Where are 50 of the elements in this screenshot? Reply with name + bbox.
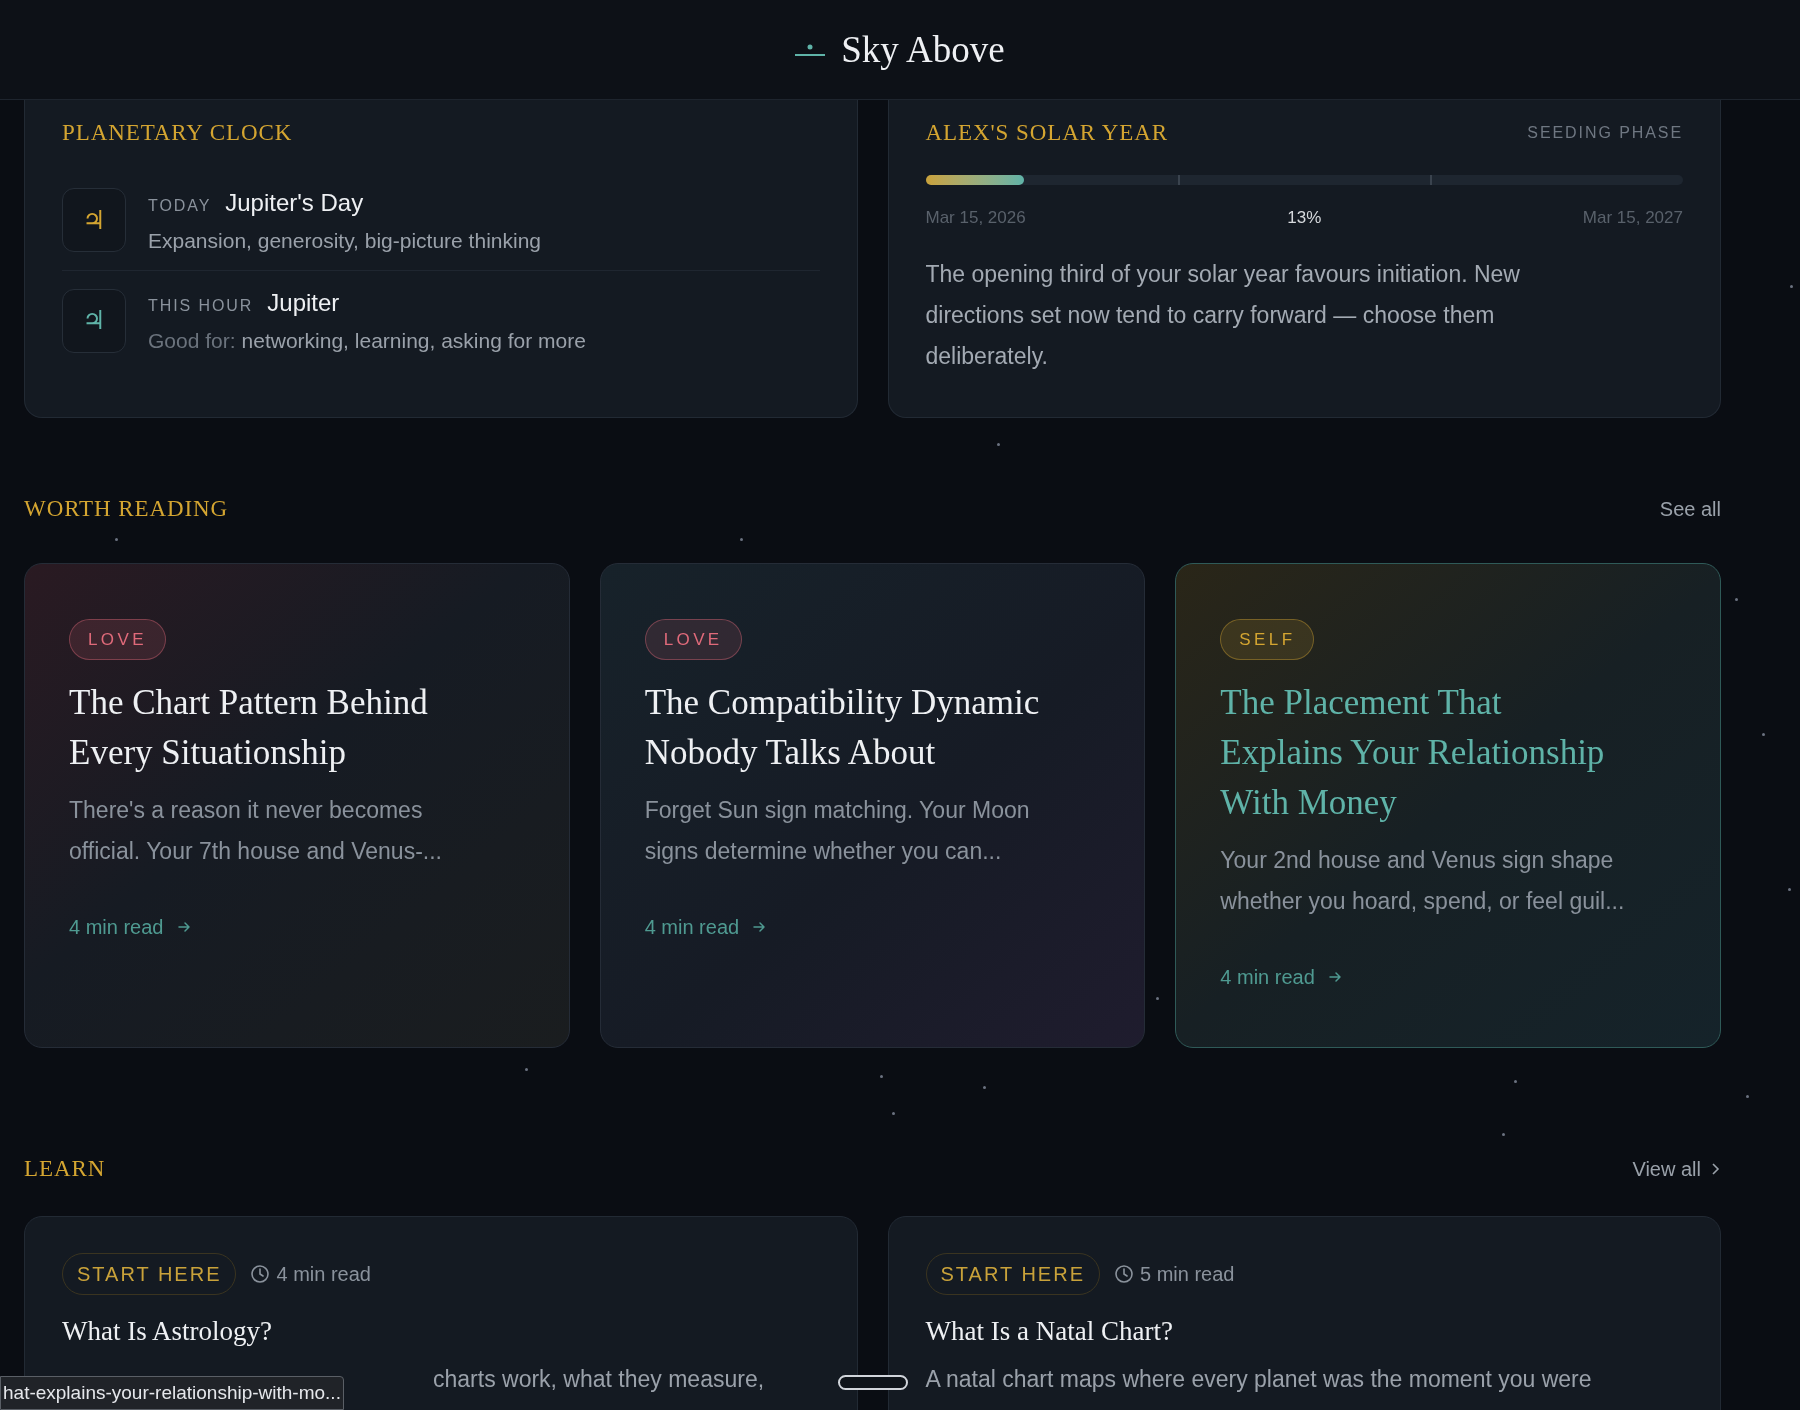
arrow-right-icon (175, 919, 192, 935)
read-time-link[interactable]: 4 min read (1220, 962, 1343, 992)
article-title: The Placement That Explains Your Relationship With Money (1220, 682, 1606, 824)
row-label: THIS HOUR (148, 296, 254, 316)
article-card[interactable]: LOVE The Chart Pattern Behind Every Situationship There's a reason it never becomes official. Your 7th house and Venus-... 4 min read (24, 562, 570, 1048)
see-all-link[interactable]: See all (1659, 494, 1721, 525)
category-tag: SELF (1220, 618, 1315, 660)
planet-detail: networking, learning, asking for more (241, 328, 586, 354)
arrow-right-icon (1326, 969, 1343, 985)
detail-prefix: Good for: (148, 328, 236, 354)
read-time-link[interactable]: 4 min read (644, 912, 768, 942)
lesson-card[interactable]: START HERE 5 min read What Is a Natal Chart? A natal chart maps where every planet was the moment you were (887, 1216, 1721, 1410)
article-summary: Forget Sun sign matching. Your Moon signs determine whether you can... (644, 796, 1031, 866)
read-time-link[interactable]: 4 min read (69, 912, 192, 942)
section-title: LEARN (24, 1154, 106, 1183)
arrow-right-icon (751, 919, 768, 935)
pill-handle[interactable] (838, 1375, 908, 1390)
end-date: Mar 15, 2027 (1582, 206, 1683, 229)
clock-icon (1114, 1264, 1134, 1284)
article-summary: There's a reason it never becomes official. Your 7th house and Venus-... (69, 796, 443, 866)
lesson-title: What Is a Natal Chart? (925, 1315, 1174, 1348)
article-card[interactable]: SELF The Placement That Explains Your Relationship With Money Your 2nd house and Venus sign shape whether you hoard, spend, or feel guil... 4 min read (1175, 562, 1721, 1048)
category-tag: LOVE (69, 618, 166, 660)
app-title: Sky Above (841, 27, 1005, 72)
planet-glyph: ♃ (82, 203, 106, 237)
chevron-right-icon (1709, 1161, 1721, 1176)
planet-name: Jupiter (267, 288, 340, 318)
row-label: TODAY (148, 195, 212, 216)
solar-year-description: The opening third of your solar year favours initiation. New directions set now tend to carry forward — choose them deliberately. (925, 260, 1521, 371)
clock-icon (250, 1264, 271, 1284)
link-preview-status: hat-explains-your-relationship-with-mo... (0, 1375, 344, 1410)
section-title: WORTH READING (24, 495, 229, 523)
section-title: ALEX'S SOLAR YEAR (925, 119, 1169, 147)
view-all-link[interactable]: View all (1632, 1153, 1721, 1184)
article-title: The Chart Pattern Behind Every Situationship (69, 682, 429, 774)
progress-percent: 13% (1287, 206, 1322, 229)
read-time: 4 min read (276, 1262, 371, 1287)
article-card[interactable]: LOVE The Compatibility Dynamic Nobody Talks About Forget Sun sign matching. Your Moon signs determine whether you can... 4 min read (599, 562, 1146, 1048)
lesson-summary: A natal chart maps where every planet was the moment you were (925, 1364, 1593, 1394)
article-title: The Compatibility Dynamic Nobody Talks About (644, 682, 1041, 774)
planet-detail: Expansion, generosity, big-picture thinking (148, 227, 541, 254)
article-summary: Your 2nd house and Venus sign shape whether you hoard, spend, or feel guil... (1220, 846, 1626, 916)
section-title: PLANETARY CLOCK (62, 119, 294, 147)
read-time: 5 min read (1140, 1262, 1235, 1287)
start-date: Mar 15, 2026 (925, 206, 1026, 229)
planet-name: Jupiter's Day (225, 187, 364, 218)
planet-glyph: ♃ (82, 304, 106, 338)
lesson-title: What Is Astrology? (62, 1315, 273, 1348)
phase-label: SEEDING PHASE (1527, 123, 1683, 144)
category-tag: LOVE (644, 618, 742, 660)
